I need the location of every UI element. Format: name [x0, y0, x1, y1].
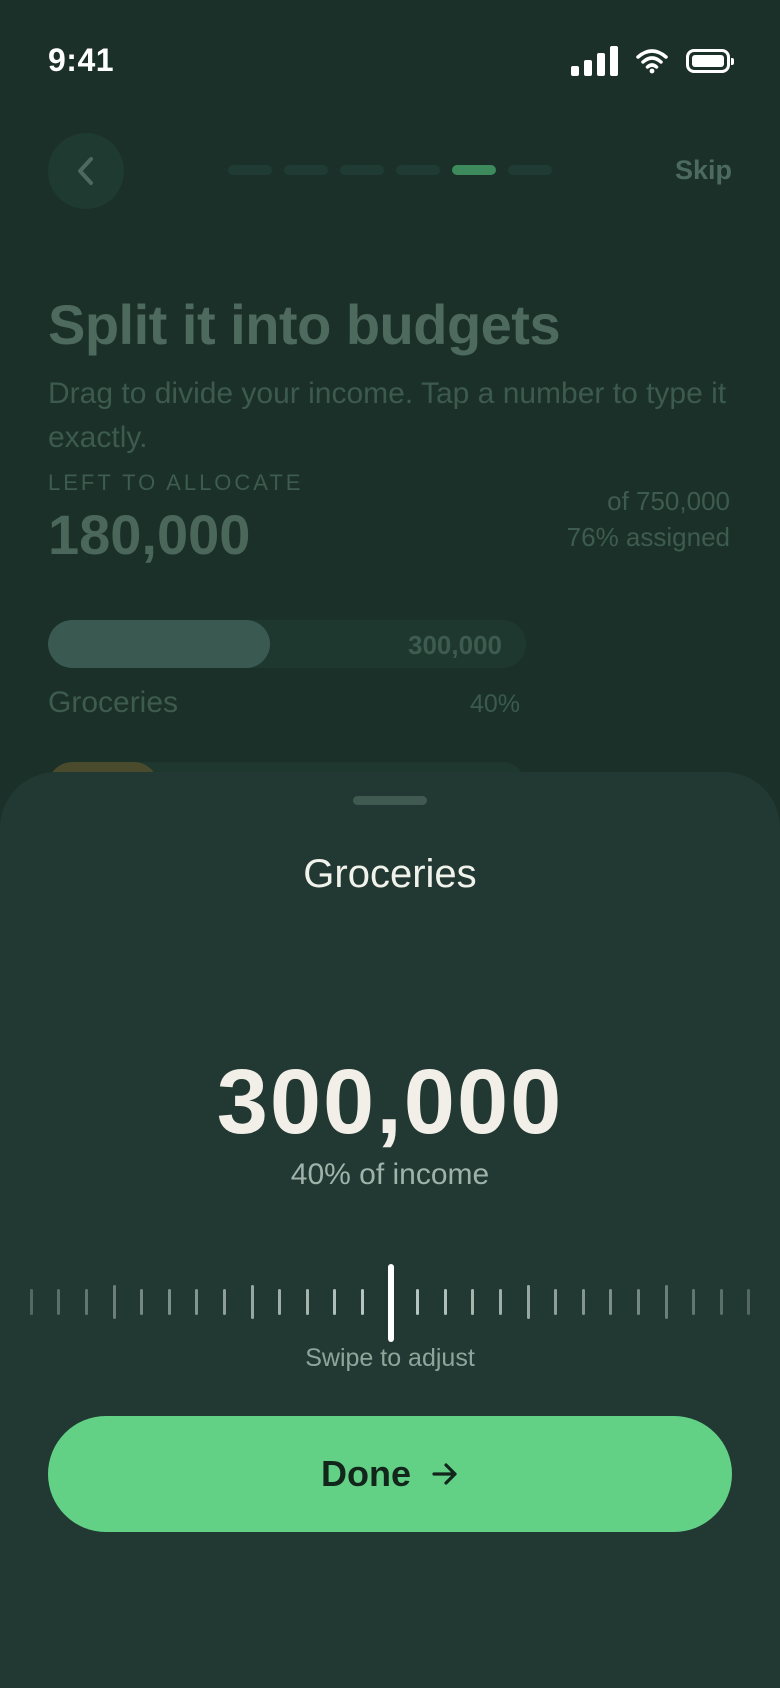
progress-step: [228, 165, 272, 175]
cellular-signal-icon: [571, 46, 618, 76]
ruler-tick: [250, 1285, 254, 1319]
status-icons: [571, 46, 734, 76]
ruler-tick: [333, 1289, 337, 1315]
budget-name: Groceries: [48, 686, 179, 719]
back-button[interactable]: [48, 133, 124, 209]
ruler-tick: [471, 1289, 475, 1315]
budget-amount-display[interactable]: 300,000: [0, 1050, 780, 1155]
ruler-tick: [636, 1289, 640, 1315]
page-title: Split it into budgets: [48, 293, 561, 356]
ruler-tick: [554, 1289, 558, 1315]
chevron-left-icon: [78, 157, 93, 185]
status-bar: 9:41: [0, 0, 780, 124]
progress-step: [508, 165, 552, 175]
progress-step: [396, 165, 440, 175]
onboarding-progress: [228, 165, 552, 175]
ruler-tick: [498, 1289, 502, 1315]
ruler-tick: [57, 1289, 61, 1315]
assigned-percent: 76% assigned: [566, 522, 730, 552]
progress-step-active: [452, 165, 496, 175]
sheet-title: Groceries: [303, 852, 477, 896]
arrow-right-icon: [432, 1463, 457, 1485]
ruler-tick: [84, 1289, 88, 1315]
budget-amount[interactable]: 300,000: [408, 630, 502, 661]
done-button-label: Done: [321, 1453, 411, 1494]
ruler-tick: [112, 1285, 116, 1319]
ruler-tick: [29, 1289, 33, 1315]
budget-percent: 40%: [470, 690, 521, 718]
page-subtitle: Drag to divide your income. Tap a number…: [48, 377, 727, 454]
ruler-tick: [581, 1289, 585, 1315]
done-button[interactable]: Done: [48, 1416, 732, 1532]
status-time: 9:41: [48, 42, 115, 78]
left-to-allocate-amount[interactable]: 180,000: [48, 502, 250, 567]
wifi-icon: [636, 49, 668, 74]
budget-fill: [48, 620, 271, 668]
ruler-tick: [360, 1289, 364, 1315]
ruler-tick: [719, 1289, 723, 1315]
left-to-allocate-label: LEFT TO ALLOCATE: [48, 470, 304, 495]
ruler-tick: [278, 1289, 282, 1315]
battery-icon: [686, 49, 734, 73]
progress-step: [340, 165, 384, 175]
income-total: of 750,000: [607, 486, 730, 516]
budget-slider-groceries[interactable]: 300,000: [48, 620, 526, 668]
ruler-tick: [443, 1289, 447, 1315]
ruler-tick: [305, 1289, 309, 1315]
sheet-handle[interactable]: [353, 796, 427, 805]
ruler-tick: [609, 1289, 613, 1315]
ruler-indicator: [388, 1264, 394, 1342]
ruler-tick: [692, 1289, 696, 1315]
ruler-tick: [167, 1289, 171, 1315]
swipe-hint: Swipe to adjust: [305, 1344, 475, 1372]
ruler-tick: [664, 1285, 668, 1319]
ruler-tick: [140, 1289, 144, 1315]
percent-of-income: 40% of income: [290, 1158, 490, 1191]
ruler-tick: [747, 1289, 751, 1315]
ruler-tick: [526, 1285, 530, 1319]
skip-button[interactable]: Skip: [675, 155, 732, 186]
ruler-tick: [222, 1289, 226, 1315]
budget-edit-sheet: Groceries 300,000 40% of income Swipe to…: [0, 772, 780, 1688]
progress-step: [284, 165, 328, 175]
ruler-tick: [416, 1289, 420, 1315]
ruler-tick: [195, 1289, 199, 1315]
